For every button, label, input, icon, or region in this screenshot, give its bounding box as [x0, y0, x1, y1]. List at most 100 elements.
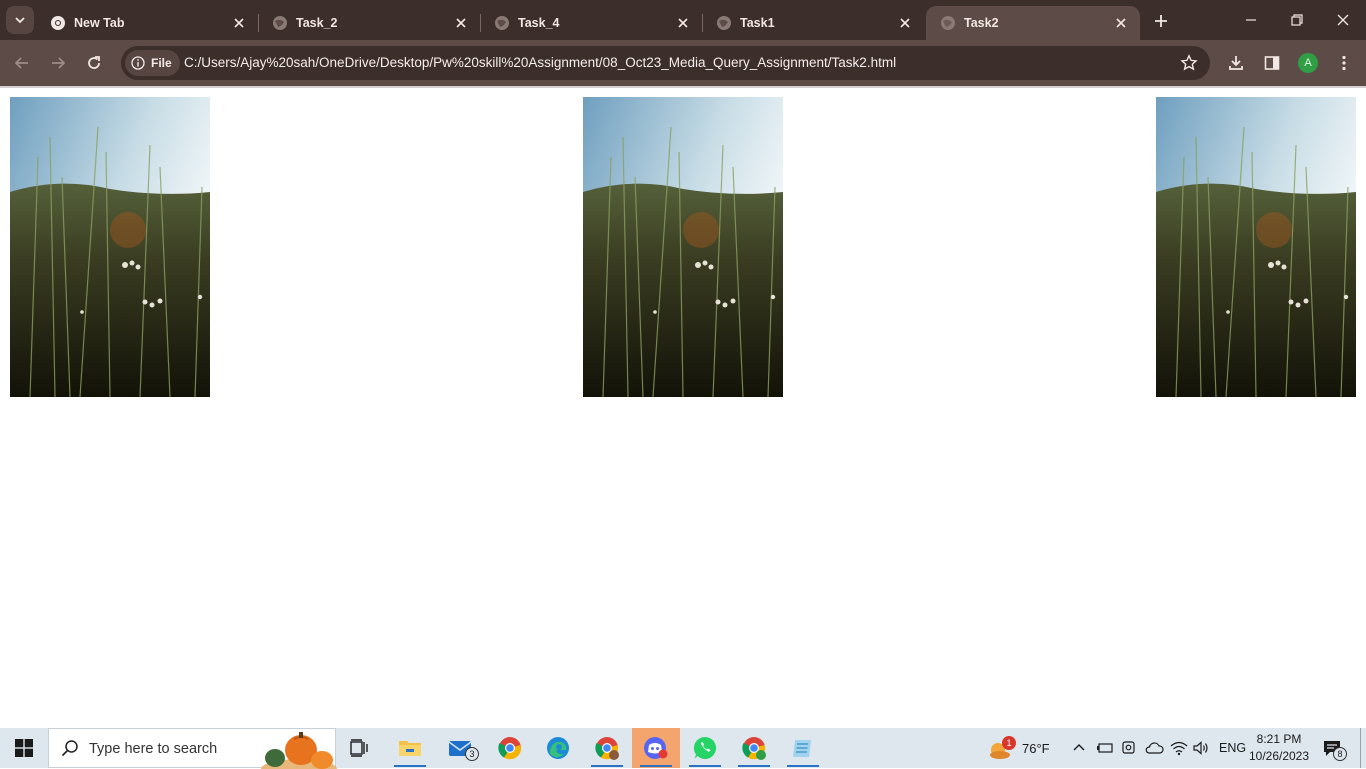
- onedrive-tray[interactable]: [1144, 728, 1164, 768]
- grass-photo: [583, 97, 783, 397]
- whatsapp-icon: [693, 736, 717, 759]
- avatar: A: [1298, 53, 1318, 73]
- new-tab-button[interactable]: [1150, 10, 1172, 32]
- reload-icon: [88, 56, 100, 69]
- grass-photo: [1156, 97, 1356, 397]
- chrome-icon: [595, 737, 619, 760]
- notepad-icon: [793, 740, 811, 757]
- clock-date: 10/26/2023: [1248, 749, 1310, 763]
- url-text[interactable]: C:/Users/Ajay%20sah/OneDrive/Desktop/Pw%…: [184, 55, 896, 70]
- tab-task2[interactable]: Task2: [926, 6, 1140, 40]
- wifi-icon: [1170, 741, 1188, 756]
- close-icon[interactable]: [230, 14, 248, 32]
- star-icon[interactable]: [1180, 54, 1198, 72]
- tab-search-button[interactable]: [6, 6, 34, 34]
- close-icon[interactable]: [896, 14, 914, 32]
- close-window-button[interactable]: [1320, 0, 1366, 40]
- system-clock[interactable]: 8:21 PM 10/26/2023: [1246, 731, 1312, 765]
- notepad-app[interactable]: [779, 728, 827, 768]
- weather-widget[interactable]: 1 76°F: [986, 728, 1050, 768]
- download-icon: [1229, 56, 1243, 70]
- chevron-up-icon: [1073, 744, 1085, 751]
- weather-alert-badge: 1: [1002, 736, 1016, 750]
- folder-icon: [399, 741, 421, 756]
- cloud-icon: [1145, 742, 1164, 754]
- globe-icon: [495, 16, 509, 30]
- mail-badge: 3: [465, 747, 479, 761]
- tab-task1[interactable]: Task1: [702, 6, 924, 40]
- minimize-icon: [1246, 19, 1256, 21]
- mail-app[interactable]: 3: [436, 728, 484, 768]
- tab-title: New Tab: [74, 16, 125, 30]
- plus-icon: [1155, 15, 1167, 27]
- globe-icon: [717, 16, 731, 30]
- taskbar-search-box[interactable]: Type here to search: [48, 728, 337, 769]
- info-icon: [131, 56, 145, 70]
- input-language-indicator[interactable]: ENG: [1219, 728, 1246, 768]
- file-explorer-app[interactable]: [386, 728, 434, 768]
- chevron-down-icon: [15, 17, 25, 24]
- search-icon: [61, 740, 78, 757]
- battery-icon: [1097, 743, 1113, 753]
- globe-icon: [273, 16, 287, 30]
- minimize-button[interactable]: [1228, 0, 1274, 40]
- forward-button[interactable]: [44, 49, 72, 77]
- pumpkin-illustration-icon: [261, 732, 337, 769]
- profile-button[interactable]: A: [1297, 52, 1319, 74]
- webcam-icon: [1122, 741, 1135, 754]
- arrow-left-icon: [14, 57, 28, 69]
- side-panel-icon: [1264, 56, 1280, 70]
- chrome-profile-app[interactable]: [583, 728, 631, 768]
- tab-title: Task_2: [296, 16, 338, 30]
- tab-title: Task_4: [518, 16, 560, 30]
- discord-app[interactable]: [632, 728, 680, 768]
- whatsapp-app[interactable]: [681, 728, 729, 768]
- kebab-menu-icon: [1342, 55, 1346, 71]
- volume-tray[interactable]: [1192, 728, 1210, 768]
- back-button[interactable]: [8, 49, 36, 77]
- task-view-button[interactable]: [336, 728, 384, 768]
- task-view-icon: [350, 739, 368, 757]
- arrow-right-icon: [52, 57, 66, 69]
- chrome-icon: [498, 737, 522, 760]
- network-adapter-tray[interactable]: [1096, 728, 1114, 768]
- download-button[interactable]: [1225, 52, 1247, 74]
- show-hidden-icons-button[interactable]: [1072, 728, 1086, 768]
- restore-button[interactable]: [1274, 0, 1320, 40]
- close-icon[interactable]: [452, 14, 470, 32]
- windows-taskbar: Type here to search 3 1 76°F ENG 8:21 PM…: [0, 728, 1366, 769]
- grass-photo: [10, 97, 210, 397]
- reload-button[interactable]: [80, 49, 108, 77]
- menu-button[interactable]: [1333, 52, 1355, 74]
- edge-app[interactable]: [534, 728, 582, 768]
- chrome-icon: [742, 737, 766, 760]
- browser-toolbar: File C:/Users/Ajay%20sah/OneDrive/Deskto…: [0, 40, 1366, 86]
- side-panel-button[interactable]: [1261, 52, 1283, 74]
- chrome-icon: [51, 16, 65, 30]
- chrome-active-app[interactable]: [730, 728, 778, 768]
- start-button[interactable]: [0, 728, 48, 768]
- tab-title: Task1: [740, 16, 775, 30]
- globe-icon: [941, 16, 955, 30]
- site-info-chip[interactable]: File: [125, 50, 180, 76]
- tab-task-2[interactable]: Task_2: [258, 6, 481, 40]
- show-desktop-button[interactable]: [1360, 728, 1361, 768]
- language-label: ENG: [1219, 741, 1247, 755]
- discord-icon: [644, 737, 668, 759]
- speaker-icon: [1193, 741, 1208, 755]
- address-bar[interactable]: File C:/Users/Ajay%20sah/OneDrive/Deskto…: [121, 46, 1210, 80]
- wifi-tray[interactable]: [1170, 728, 1188, 768]
- page-content: [0, 88, 1366, 728]
- weather-temperature: 76°F: [1022, 740, 1050, 756]
- close-icon[interactable]: [1112, 14, 1130, 32]
- notification-center-button[interactable]: 8: [1322, 728, 1347, 768]
- chrome-app[interactable]: [486, 728, 534, 768]
- tab-strip: New Tab Task_2 Task_4 Task1 Task2: [0, 0, 1366, 40]
- tab-task-4[interactable]: Task_4: [480, 6, 703, 40]
- scheme-label: File: [151, 56, 172, 70]
- windows-logo-icon: [15, 739, 33, 757]
- tab-new-tab[interactable]: New Tab: [36, 6, 259, 40]
- close-icon[interactable]: [674, 14, 692, 32]
- notification-badge: 8: [1333, 747, 1347, 761]
- meet-now-tray[interactable]: [1120, 728, 1138, 768]
